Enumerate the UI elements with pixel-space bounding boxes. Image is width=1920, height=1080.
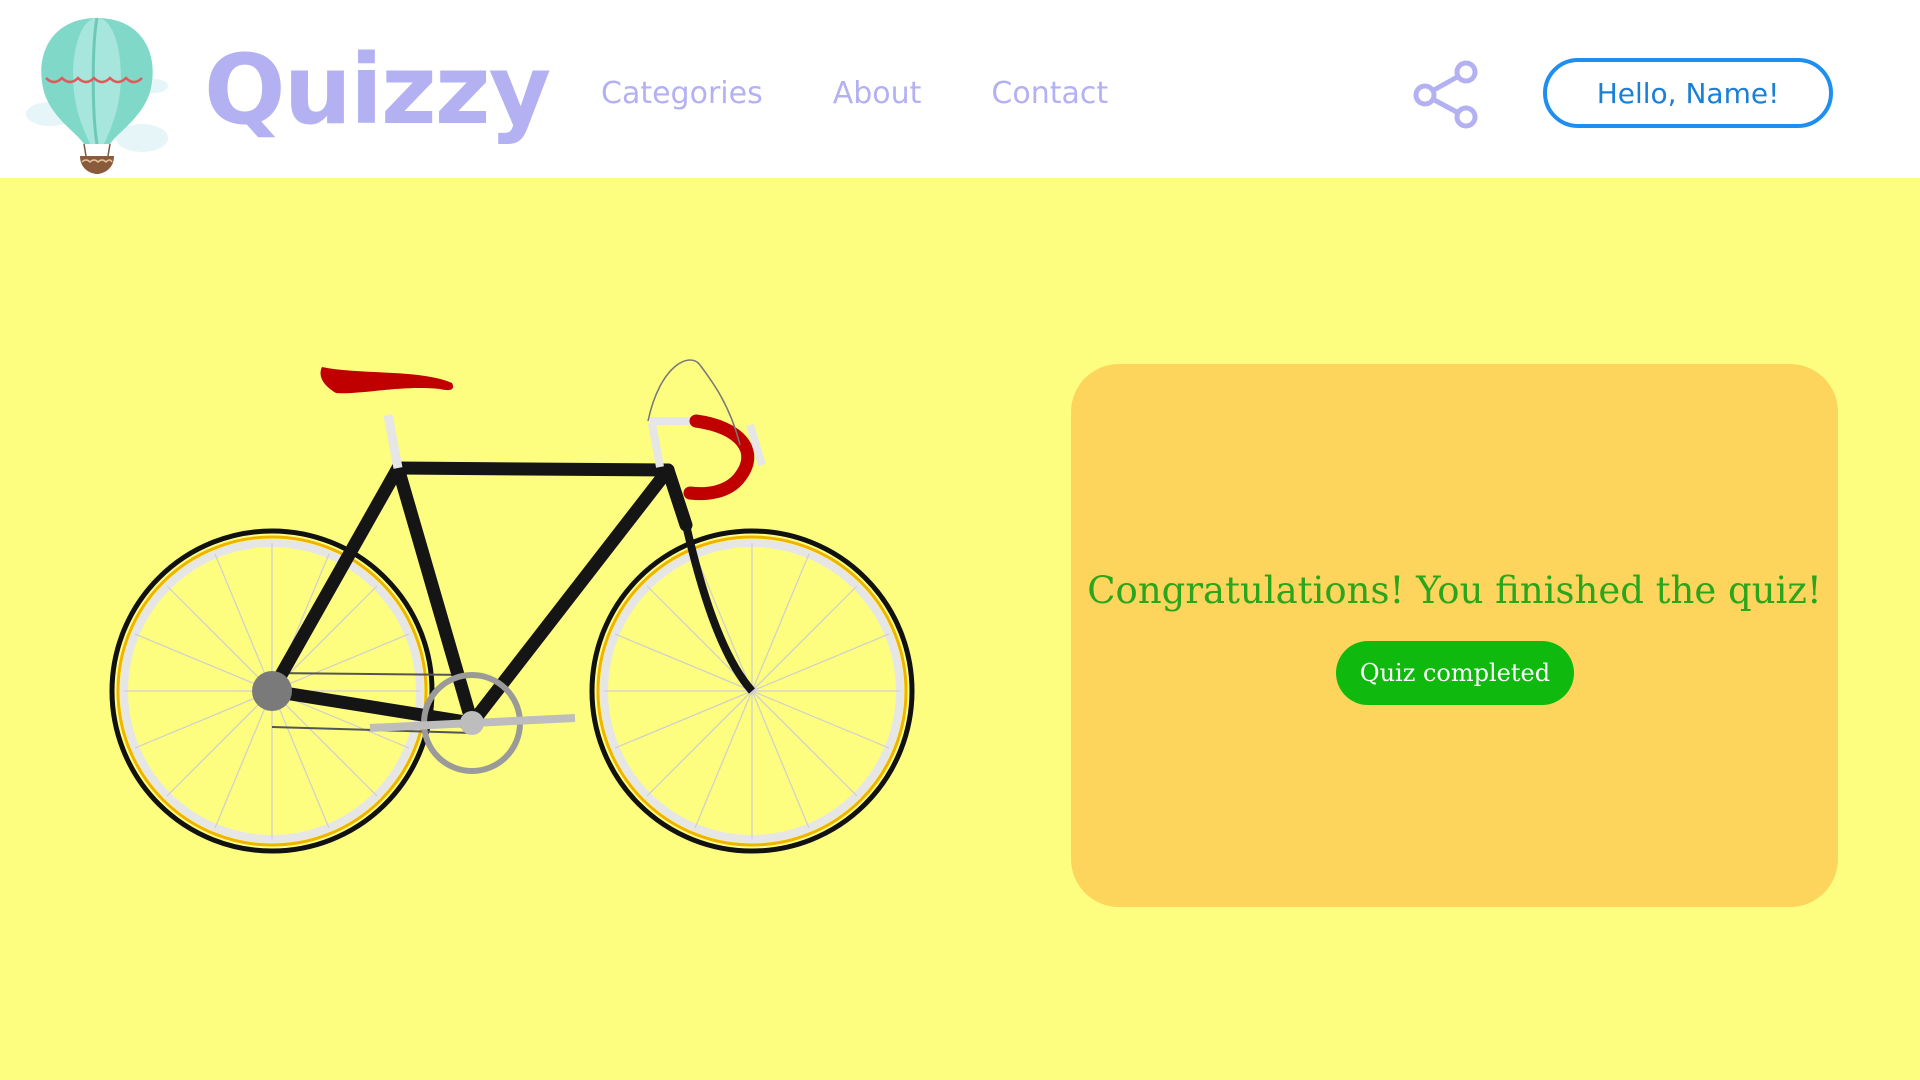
congratulations-message: Congratulations! You finished the quiz! bbox=[1087, 569, 1822, 612]
nav-link-about[interactable]: About bbox=[833, 72, 922, 116]
quiz-result-card: Congratulations! You finished the quiz! … bbox=[1071, 364, 1838, 907]
main-nav: Categories About Contact bbox=[601, 72, 1108, 116]
quiz-completed-button[interactable]: Quiz completed bbox=[1336, 641, 1574, 705]
brand-name[interactable]: Quizzy bbox=[204, 32, 551, 148]
top-header: Quizzy Categories About Contact Hello, N… bbox=[0, 0, 1920, 178]
nav-link-contact[interactable]: Contact bbox=[991, 72, 1108, 116]
share-icon[interactable] bbox=[1410, 60, 1482, 130]
nav-link-categories[interactable]: Categories bbox=[601, 72, 763, 116]
bicycle-illustration bbox=[109, 359, 915, 854]
user-greeting-button[interactable]: Hello, Name! bbox=[1543, 58, 1833, 128]
hot-air-balloon-icon bbox=[26, 17, 168, 174]
